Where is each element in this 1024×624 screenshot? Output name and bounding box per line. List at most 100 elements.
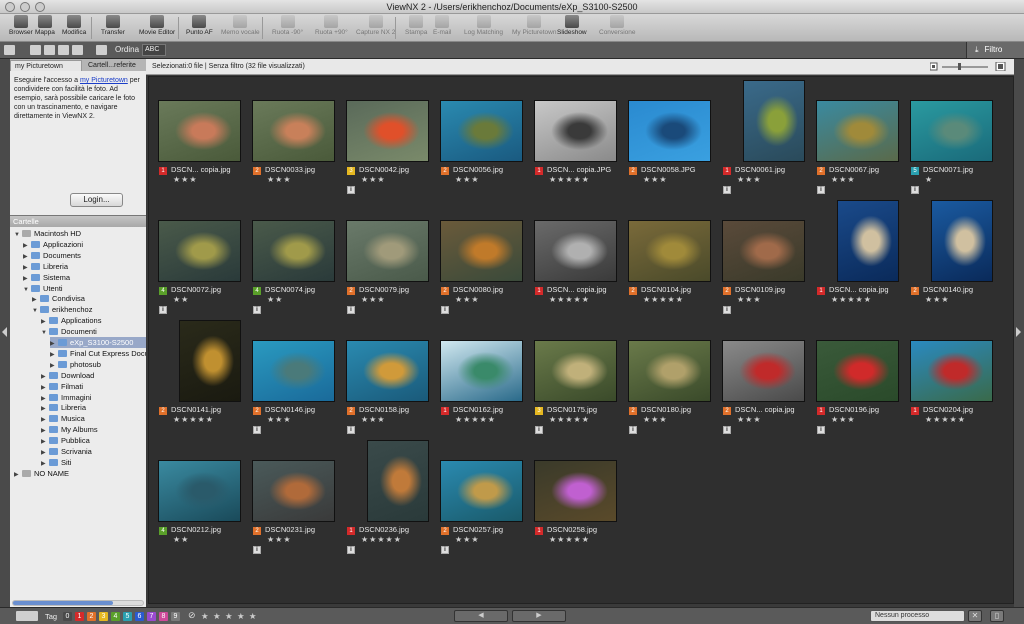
toolbar-capture-nx-button[interactable]: Capture NX 2	[356, 15, 395, 36]
thumbnail-item[interactable]: 1 DSCN0258.jpg ★★★★★	[529, 439, 621, 557]
photo-thumbnail-image[interactable]	[441, 221, 522, 281]
tag-filter-7[interactable]: 7	[147, 612, 156, 621]
photo-thumbnail-image[interactable]	[441, 341, 522, 401]
thumbnail-item[interactable]: 1 DSCN... copia.jpg ★★★★★	[529, 199, 621, 317]
star-rating[interactable]: ★★★	[737, 415, 762, 425]
toolbar-print-button[interactable]: Stampa	[405, 15, 427, 36]
star-rating[interactable]: ★★★	[643, 415, 668, 425]
info-icon[interactable]: i	[817, 186, 825, 194]
info-icon[interactable]: i	[441, 306, 449, 314]
star-rating[interactable]: ★	[925, 175, 933, 185]
order-select[interactable]: ABC	[142, 44, 166, 56]
star-rating[interactable]: ★★★	[173, 175, 198, 185]
disclosure-open-icon[interactable]: ▼	[41, 328, 49, 337]
star-rating[interactable]: ★★★	[267, 415, 292, 425]
toolbar-slideshow-button[interactable]: Slideshow	[557, 15, 587, 36]
toolbar-log-matching-button[interactable]: Log Matching	[464, 15, 503, 36]
photo-thumbnail-image[interactable]	[347, 221, 428, 281]
toolbar-transfer-button[interactable]: Transfer	[101, 15, 125, 36]
photo-thumbnail-image[interactable]	[253, 461, 334, 521]
toolbar-map-button[interactable]: Mappa	[35, 15, 55, 36]
view-mode-icon[interactable]	[4, 45, 15, 55]
toolbar-voice-memo-button[interactable]: Memo vocale	[221, 15, 260, 36]
folder-tree-item[interactable]: ▶ Filmati	[41, 381, 146, 392]
info-icon[interactable]: i	[347, 186, 355, 194]
photo-thumbnail-image[interactable]	[723, 341, 804, 401]
star-rating[interactable]: ★★	[173, 295, 189, 305]
toolbar-email-button[interactable]: E-mail	[433, 15, 451, 36]
star-rating[interactable]: ★★	[173, 535, 189, 545]
photo-thumbnail-image[interactable]	[253, 221, 334, 281]
photo-thumbnail-image[interactable]	[347, 101, 428, 161]
star-rating[interactable]: ★★★★★	[173, 415, 214, 425]
folder-tree-item[interactable]: ▶ Condivisa	[32, 293, 146, 304]
folder-tree-item[interactable]: ▼ Utenti	[23, 283, 146, 294]
folder-tree-item[interactable]: ▶ NO NAME	[14, 468, 146, 479]
info-icon[interactable]: i	[535, 426, 543, 434]
filter-button[interactable]: ⤓ Filtro	[966, 42, 1024, 58]
tab-my-picturetown[interactable]: my Picturetown	[10, 60, 82, 71]
photo-thumbnail-image[interactable]	[535, 101, 616, 161]
photo-thumbnail-image[interactable]	[347, 341, 428, 401]
tag-filter-9[interactable]: 9	[171, 612, 180, 621]
photo-thumbnail-image[interactable]	[629, 221, 710, 281]
thumbnail-item[interactable]: 4 DSCN0212.jpg ★★	[153, 439, 245, 557]
star-rating[interactable]: ★★★★★	[549, 295, 590, 305]
thumbnail-item[interactable]: 2 DSCN0231.jpg ★★★ i	[247, 439, 339, 557]
disclosure-closed-icon[interactable]: ▶	[23, 274, 31, 283]
toolbar-conversion-button[interactable]: Conversione	[599, 15, 636, 36]
process-select[interactable]: Nessun processo	[870, 610, 965, 622]
star-rating[interactable]: ★★★	[455, 175, 480, 185]
right-panel-toggle[interactable]	[1014, 59, 1024, 607]
thumbnail-item[interactable]: 2 DSCN0158.jpg ★★★ i	[341, 319, 433, 437]
info-icon[interactable]: i	[253, 546, 261, 554]
toolbar-browser-button[interactable]: Browser	[9, 15, 33, 36]
folder-tree-item[interactable]: ▶ My Albums	[41, 424, 146, 435]
disclosure-open-icon[interactable]: ▼	[14, 230, 22, 239]
star-rating[interactable]: ★★★	[455, 295, 480, 305]
thumbnail-item[interactable]: 1 DSCN0162.jpg ★★★★★	[435, 319, 527, 437]
star-rating[interactable]: ★★★★★	[549, 175, 590, 185]
photo-thumbnail-image[interactable]	[817, 341, 898, 401]
star-rating[interactable]: ★★★★★	[643, 295, 684, 305]
photo-thumbnail-image[interactable]	[535, 341, 616, 401]
photo-thumbnail-image[interactable]	[911, 341, 992, 401]
thumbnail-item[interactable]: 1 DSCN... copia.jpg ★★★★★	[811, 199, 903, 317]
photo-thumbnail-image[interactable]	[629, 341, 710, 401]
sidebar-horizontal-scrollbar[interactable]	[12, 600, 144, 606]
folder-tree-item[interactable]: ▼ Documenti	[41, 326, 146, 337]
disclosure-closed-icon[interactable]: ▶	[23, 263, 31, 272]
thumbnail-item[interactable]: 1 DSCN0236.jpg ★★★★★ i	[341, 439, 433, 557]
rating-stars[interactable]: ★ ★ ★ ★ ★	[201, 611, 258, 622]
star-rating[interactable]: ★★★	[737, 295, 762, 305]
star-rating[interactable]: ★★★★★	[549, 535, 590, 545]
folder-tree-item[interactable]: ▼ erikhenchoz	[32, 304, 146, 315]
disclosure-closed-icon[interactable]: ▶	[41, 437, 49, 446]
disclosure-open-icon[interactable]: ▼	[23, 285, 31, 294]
folder-tree-item[interactable]: ▶ Applications	[41, 315, 146, 326]
thumbnail-item[interactable]: 2 DSCN... copia.jpg ★★★ i	[717, 319, 809, 437]
info-icon[interactable]: i	[253, 306, 261, 314]
disclosure-closed-icon[interactable]: ▶	[41, 459, 49, 468]
photo-thumbnail-image[interactable]	[368, 441, 428, 521]
toolbar-rotate-right-button[interactable]: Ruota +90°	[315, 15, 348, 36]
disclosure-closed-icon[interactable]: ▶	[41, 317, 49, 326]
folder-tree-item[interactable]: ▶ Download	[41, 370, 146, 381]
thumbnail-item[interactable]: 2 DSCN0141.jpg ★★★★★	[153, 319, 245, 437]
next-button[interactable]: ▶	[512, 610, 566, 622]
info-icon[interactable]: i	[723, 306, 731, 314]
info-icon[interactable]: i	[723, 426, 731, 434]
thumbnail-item[interactable]: 4 DSCN0072.jpg ★★ i	[153, 199, 245, 317]
photo-thumbnail-image[interactable]	[253, 101, 334, 161]
thumbnail-item[interactable]: 2 DSCN0180.jpg ★★★ i	[623, 319, 715, 437]
folder-tree-item[interactable]: ▼ Macintosh HD	[14, 228, 146, 239]
cancel-process-button[interactable]: ✕	[968, 610, 982, 622]
disclosure-closed-icon[interactable]: ▶	[14, 470, 22, 479]
toolbar-movie-editor-button[interactable]: Movie Editor	[139, 15, 175, 36]
trash-icon[interactable]: ▯	[990, 610, 1004, 622]
thumbnail-item[interactable]: 1 DSCN0196.jpg ★★★ i	[811, 319, 903, 437]
minimize-window-button[interactable]	[20, 2, 30, 12]
tag-filter-8[interactable]: 8	[159, 612, 168, 621]
thumbnail-item[interactable]: 2 DSCN0146.jpg ★★★ i	[247, 319, 339, 437]
photo-thumbnail-image[interactable]	[838, 201, 898, 281]
